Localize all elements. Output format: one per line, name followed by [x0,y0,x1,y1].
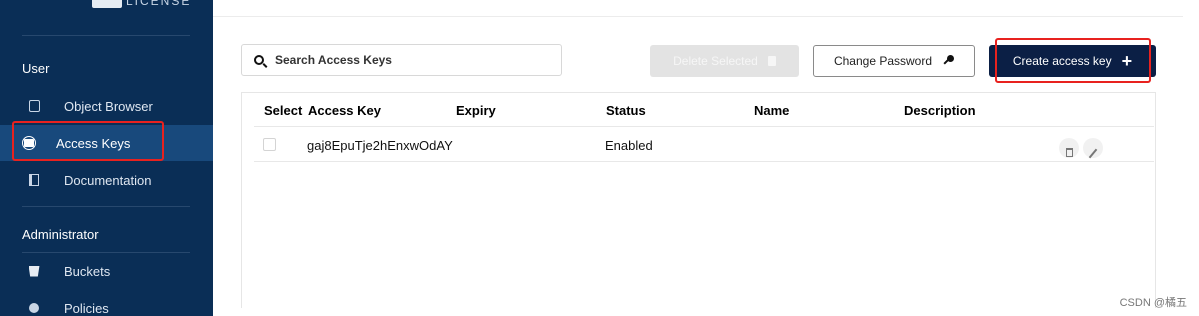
trash-icon [767,56,776,66]
search-box[interactable] [241,44,562,76]
change-password-button[interactable]: Change Password [813,45,975,77]
logo-badge-icon [92,0,122,8]
table-row[interactable]: gaj8EpuTje2hEnxwOdAY Enabled [254,128,1154,162]
delete-row-button[interactable] [1059,138,1079,158]
delete-selected-button[interactable]: Delete Selected [650,45,799,77]
column-header-access-key[interactable]: Access Key [308,103,381,118]
access-keys-icon [22,136,36,150]
sidebar-section-user: User [22,61,50,76]
column-header-status[interactable]: Status [606,103,646,118]
create-access-key-button[interactable]: Create access key + [989,45,1156,77]
row-select-checkbox[interactable] [263,138,276,151]
create-access-key-label: Create access key [1012,54,1112,68]
sidebar-item-documentation[interactable]: Documentation [0,162,213,198]
delete-selected-label: Delete Selected [673,54,758,68]
sidebar-item-label: Documentation [64,172,152,188]
sidebar-item-buckets[interactable]: Buckets [0,253,213,289]
documentation-icon [27,173,41,187]
sidebar-item-label: Access Keys [56,135,131,151]
sidebar-item-access-keys[interactable]: Access Keys [0,125,213,161]
sidebar-item-policies[interactable]: Policies [0,290,213,316]
sidebar-divider [22,35,190,36]
sidebar-section-administrator: Administrator [22,227,99,242]
trash-icon [1065,148,1073,157]
column-header-expiry[interactable]: Expiry [456,103,496,118]
access-key-cell: gaj8EpuTje2hEnxwOdAY [307,138,453,153]
status-cell: Enabled [605,138,653,153]
access-keys-table: Select Access Key Expiry Status Name Des… [241,92,1156,308]
watermark: CSDN @橘五 [1119,297,1187,309]
key-icon [942,55,955,67]
search-input[interactable] [275,53,535,67]
change-password-label: Change Password [833,54,933,68]
sidebar-item-label: Object Browser [64,98,153,114]
column-header-select[interactable]: Select [264,103,302,118]
sidebar-item-label: Policies [64,300,109,316]
column-header-description[interactable]: Description [904,103,976,118]
logo: LICENSE [92,0,191,8]
bucket-icon [27,264,41,278]
sidebar: LICENSE User Object Browser Access Keys … [0,0,213,316]
sidebar-item-object-browser[interactable]: Object Browser [0,88,213,124]
sidebar-divider [22,206,190,207]
object-browser-icon [27,99,41,113]
table-header: Select Access Key Expiry Status Name Des… [254,93,1154,127]
pencil-icon [1088,148,1098,159]
sidebar-item-label: Buckets [64,263,111,279]
logo-text: LICENSE [126,0,192,8]
search-icon [254,55,264,65]
edit-row-button[interactable] [1083,138,1103,159]
policy-icon [27,301,41,315]
header-divider [213,16,1183,17]
column-header-name[interactable]: Name [754,103,789,118]
plus-icon: + [1121,51,1133,71]
